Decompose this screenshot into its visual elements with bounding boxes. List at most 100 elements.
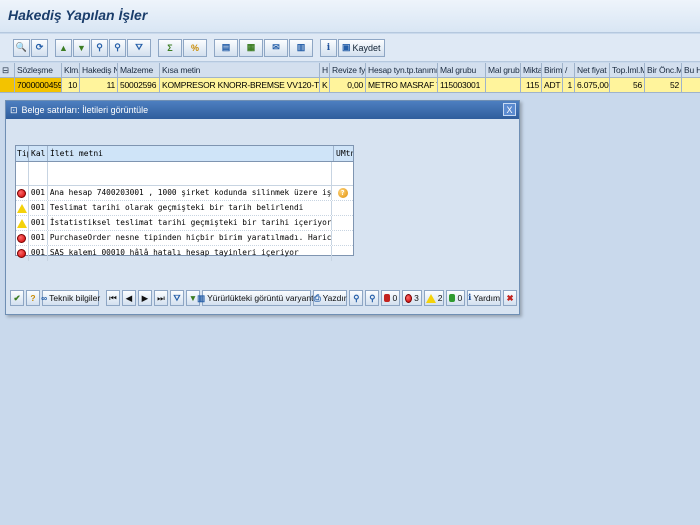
cell[interactable] bbox=[682, 78, 700, 93]
cell[interactable]: 11 bbox=[80, 78, 118, 93]
col-header[interactable]: Mal grubu bbox=[438, 63, 486, 78]
grid-header-row: ⊟ Sözleşme Klm. Hakediş No Malzeme Kısa … bbox=[0, 63, 700, 78]
col-header[interactable]: Klm. bbox=[62, 63, 80, 78]
dialog-title: Belge satırları: İletileri görüntüle bbox=[21, 105, 149, 115]
col-header[interactable]: Birim bbox=[542, 63, 563, 78]
sort-ascending-icon[interactable]: ▲ bbox=[55, 38, 72, 57]
cell[interactable]: 0,00 bbox=[330, 78, 366, 93]
message-row[interactable]: 001 Teslimat tarihi olarak geçmişteki bi… bbox=[16, 201, 353, 216]
error-icon bbox=[405, 293, 413, 303]
find-icon[interactable]: ⚲ bbox=[349, 290, 364, 306]
error-count: 3 bbox=[414, 293, 419, 303]
message-class: 001 bbox=[29, 246, 48, 261]
cell[interactable]: K bbox=[320, 78, 330, 93]
details-icon[interactable]: 🔍 bbox=[13, 38, 30, 57]
warning-icon bbox=[16, 218, 27, 228]
cell[interactable]: 6.075,00 bbox=[575, 78, 610, 93]
next-page-icon[interactable]: ▶ bbox=[137, 290, 152, 306]
col-header-message[interactable]: İleti metni bbox=[48, 146, 334, 161]
message-text: PurchaseOrder nesne tipinden hiçbir biri… bbox=[48, 231, 333, 245]
first-page-icon[interactable]: ⏮ bbox=[105, 290, 120, 306]
export-icon[interactable]: ▦ bbox=[239, 38, 263, 57]
select-all-cell[interactable]: ⊟ bbox=[0, 63, 15, 78]
col-header-umtn[interactable]: UMtn bbox=[334, 146, 353, 161]
subtotal-icon[interactable]: % bbox=[183, 38, 207, 57]
message-row[interactable]: 001 İstatistiksel teslimat tarihi geçmiş… bbox=[16, 216, 353, 231]
find-next-icon[interactable]: ⚲ bbox=[365, 290, 380, 306]
find-icon[interactable]: ⚲ bbox=[91, 38, 108, 57]
close-icon[interactable]: X bbox=[503, 103, 516, 116]
col-header[interactable]: Bu Hak bbox=[682, 63, 700, 78]
error-icon bbox=[17, 249, 27, 258]
sort-descending-icon[interactable]: ▼ bbox=[73, 38, 90, 57]
long-text-help-icon[interactable]: ? bbox=[337, 188, 348, 198]
cell[interactable]: 10 bbox=[62, 78, 80, 93]
help-button[interactable]: i Yardım bbox=[467, 290, 501, 306]
filter-icon[interactable]: ⛛ bbox=[127, 38, 151, 57]
col-header[interactable]: Kısa metin bbox=[160, 63, 320, 78]
col-header[interactable]: Hakediş No bbox=[80, 63, 118, 78]
filter-icon[interactable]: ⛛ bbox=[169, 290, 184, 306]
message-class: 001 bbox=[29, 201, 48, 215]
table-row[interactable]: 7000000459 10 11 50002596 KOMPRESOR KNOR… bbox=[0, 78, 700, 93]
total-icon[interactable]: Σ bbox=[158, 38, 182, 57]
find-next-icon[interactable]: ⚲ bbox=[109, 38, 126, 57]
previous-page-icon[interactable]: ◀ bbox=[121, 290, 136, 306]
col-header-kal[interactable]: Kal bbox=[29, 146, 48, 161]
send-icon[interactable]: ✉ bbox=[264, 38, 288, 57]
tech-info-button[interactable]: ∞ Teknik bilgiler bbox=[41, 290, 100, 306]
cell[interactable]: 7000000459 bbox=[15, 78, 62, 93]
col-header[interactable]: Malzeme bbox=[118, 63, 160, 78]
info-icon[interactable]: i bbox=[320, 38, 337, 57]
cell[interactable]: ADT bbox=[542, 78, 563, 93]
stop-filter-button[interactable]: 0 bbox=[381, 290, 401, 306]
warning-filter-button[interactable]: 2 bbox=[423, 290, 445, 306]
save-icon: ▣ bbox=[342, 42, 351, 52]
cell[interactable]: KOMPRESOR KNORR-BREMSE VV120-T AGIR BAKI bbox=[160, 78, 320, 93]
layout-variant-button[interactable]: ▥ Yürürlükteki görüntü varyantı bbox=[197, 290, 316, 306]
cell[interactable]: 115 bbox=[521, 78, 542, 93]
message-table: Tip Kal İleti metni UMtn 001 Ana hesap 7… bbox=[15, 145, 354, 261]
cell[interactable]: 50002596 bbox=[118, 78, 160, 93]
cell[interactable]: 115003001 bbox=[438, 78, 486, 93]
cancel-icon: ✖ bbox=[506, 292, 514, 303]
layout-variant-label: Yürürlükteki görüntü varyantı bbox=[207, 293, 316, 303]
last-page-icon[interactable]: ⏭ bbox=[153, 290, 168, 306]
cell[interactable]: 1 bbox=[563, 78, 575, 93]
info-filter-button[interactable]: 0 bbox=[446, 290, 466, 306]
col-header[interactable]: Miktar bbox=[521, 63, 542, 78]
cell[interactable] bbox=[486, 78, 521, 93]
error-filter-button[interactable]: 3 bbox=[402, 290, 422, 306]
long-text-button[interactable]: ? bbox=[26, 290, 40, 306]
col-header[interactable]: Mal grubu bbox=[486, 63, 521, 78]
info-count: 0 bbox=[457, 293, 463, 303]
stop-icon bbox=[384, 294, 391, 302]
col-header[interactable]: H bbox=[320, 63, 330, 78]
col-header[interactable]: Net fiyat bbox=[575, 63, 610, 78]
col-header-tip[interactable]: Tip bbox=[16, 146, 29, 161]
print-button[interactable]: ⎙ Yazdır bbox=[312, 290, 348, 306]
col-header[interactable]: Bir Önc.Mk bbox=[645, 63, 682, 78]
cell[interactable]: 56 bbox=[610, 78, 645, 93]
col-header[interactable]: Revize fyt bbox=[330, 63, 366, 78]
message-row[interactable]: 001 SAS kalemi 00010 hâlâ hatalı hesap t… bbox=[16, 246, 353, 261]
title-bar: Hakediş Yapılan İşler bbox=[0, 0, 700, 33]
messages-dialog: ⊡ Belge satırları: İletileri görüntüle X… bbox=[5, 100, 520, 315]
cancel-button[interactable]: ✖ bbox=[503, 290, 517, 306]
col-header[interactable]: Top.İml.M bbox=[610, 63, 645, 78]
col-header[interactable]: / bbox=[563, 63, 575, 78]
layout-icon[interactable]: ▥ bbox=[289, 38, 313, 57]
col-header[interactable]: Hesap tyn.tp.tanımı bbox=[366, 63, 438, 78]
cell[interactable]: 52 bbox=[645, 78, 682, 93]
message-row[interactable]: 001 PurchaseOrder nesne tipinden hiçbir … bbox=[16, 231, 353, 246]
save-button[interactable]: ▣ Kaydet bbox=[338, 38, 385, 57]
help-icon: ? bbox=[30, 293, 36, 303]
message-row[interactable]: 001 Ana hesap 7400203001 , 1000 şirket k… bbox=[16, 186, 353, 201]
continue-button[interactable]: ✔ bbox=[10, 290, 24, 306]
col-header[interactable]: Sözleşme bbox=[15, 63, 62, 78]
row-selector[interactable] bbox=[0, 78, 15, 93]
print-preview-icon[interactable]: ▤ bbox=[214, 38, 238, 57]
message-table-header: Tip Kal İleti metni UMtn bbox=[16, 146, 353, 162]
cell[interactable]: METRO MASRAF YERİ bbox=[366, 78, 438, 93]
refresh-icon[interactable]: ⟳ bbox=[31, 38, 48, 57]
